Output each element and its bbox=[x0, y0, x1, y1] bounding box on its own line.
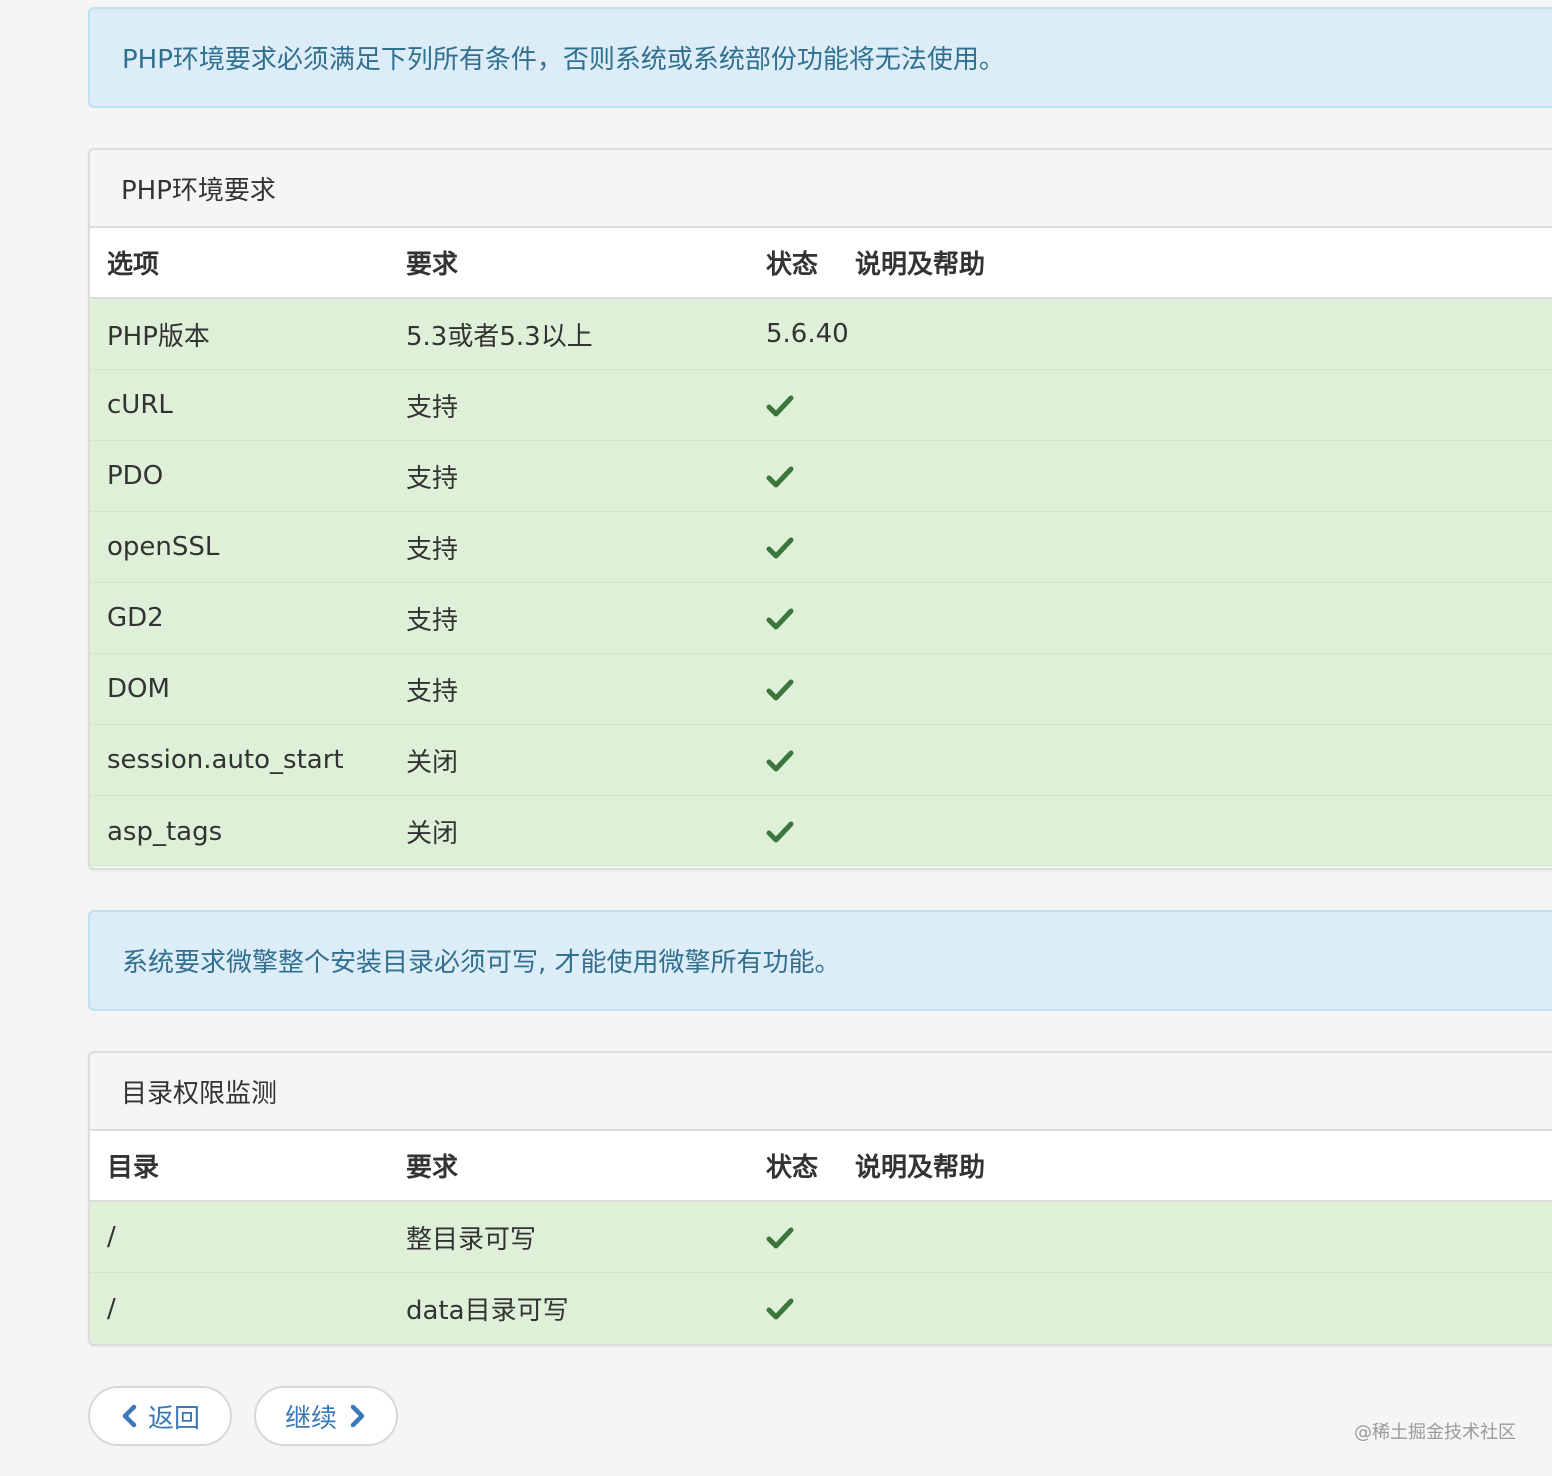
php-requirements-panel: PHP环境要求 选项 要求 状态 说明及帮助 PHP版本 5.3或者5.3以上 5.… bbox=[88, 148, 1552, 870]
chevron-left-icon bbox=[120, 1404, 138, 1428]
header-requirement: 要求 bbox=[406, 1153, 459, 1183]
header-help: 说明及帮助 bbox=[855, 250, 986, 280]
row-option: cURL bbox=[107, 390, 173, 420]
dir-writable-alert-text: 系统要求微擎整个安装目录必须可写, 才能使用微擎所有功能。 bbox=[122, 948, 841, 978]
back-button-label: 返回 bbox=[147, 1403, 200, 1434]
header-help: 说明及帮助 bbox=[855, 1153, 986, 1183]
next-button[interactable]: 继续 bbox=[254, 1386, 398, 1446]
row-status bbox=[749, 1222, 855, 1252]
back-button[interactable]: 返回 bbox=[88, 1386, 232, 1446]
header-requirement: 要求 bbox=[406, 250, 459, 280]
php-requirements-alert-text: PHP环境要求必须满足下列所有条件，否则系统或系统部份功能将无法使用。 bbox=[122, 45, 1005, 75]
dir-permission-table-header: 目录 要求 状态 说明及帮助 bbox=[90, 1131, 1552, 1202]
check-icon bbox=[766, 465, 794, 489]
php-requirements-table-body: PHP版本 5.3或者5.3以上 5.6.40 cURL 支持 PDO 支持 openSSL 支… bbox=[90, 299, 1552, 867]
row-requirement: data目录可写 bbox=[406, 1296, 569, 1326]
row-requirement: 5.3或者5.3以上 bbox=[406, 321, 593, 352]
table-row: asp_tags 关闭 bbox=[90, 796, 1552, 867]
row-requirement: 支持 bbox=[406, 392, 459, 423]
php-requirements-alert: PHP环境要求必须满足下列所有条件，否则系统或系统部份功能将无法使用。 bbox=[88, 7, 1552, 108]
row-status bbox=[749, 745, 855, 775]
dir-writable-alert: 系统要求微擎整个安装目录必须可写, 才能使用微擎所有功能。 bbox=[88, 910, 1552, 1011]
row-option: DOM bbox=[107, 674, 170, 704]
row-requirement: 支持 bbox=[406, 605, 459, 636]
chevron-right-icon bbox=[349, 1404, 367, 1428]
row-status: 5.6.40 bbox=[766, 319, 849, 349]
row-requirement: 支持 bbox=[406, 534, 459, 565]
row-requirement: 关闭 bbox=[406, 747, 459, 778]
table-row: PHP版本 5.3或者5.3以上 5.6.40 bbox=[90, 299, 1552, 370]
check-icon bbox=[766, 536, 794, 560]
row-status bbox=[749, 603, 855, 633]
row-status bbox=[749, 461, 855, 491]
php-requirements-table-header: 选项 要求 状态 说明及帮助 bbox=[90, 228, 1552, 299]
row-requirement: 支持 bbox=[406, 463, 459, 494]
row-option: asp_tags bbox=[107, 816, 223, 847]
row-requirement: 整目录可写 bbox=[406, 1224, 537, 1255]
check-icon bbox=[766, 749, 794, 773]
header-status: 状态 bbox=[766, 1153, 819, 1183]
row-status bbox=[749, 1294, 855, 1324]
header-option: 选项 bbox=[107, 250, 160, 280]
row-option: GD2 bbox=[107, 603, 164, 633]
dir-permission-table-body: / 整目录可写 / data目录可写 bbox=[90, 1202, 1552, 1344]
check-icon bbox=[766, 678, 794, 702]
row-option: / bbox=[107, 1293, 116, 1324]
table-row: cURL 支持 bbox=[90, 370, 1552, 441]
check-icon bbox=[766, 820, 794, 844]
row-status bbox=[749, 390, 855, 420]
check-icon bbox=[766, 1297, 794, 1321]
table-row: / 整目录可写 bbox=[90, 1202, 1552, 1273]
row-option: openSSL bbox=[107, 532, 220, 562]
row-status bbox=[749, 532, 855, 562]
table-row: PDO 支持 bbox=[90, 441, 1552, 512]
watermark: @稀土掘金技术社区 bbox=[1354, 1422, 1516, 1443]
table-row: openSSL 支持 bbox=[90, 512, 1552, 583]
row-requirement: 关闭 bbox=[406, 819, 459, 849]
next-button-label: 继续 bbox=[284, 1403, 337, 1434]
table-row: GD2 支持 bbox=[90, 583, 1552, 654]
row-option: PDO bbox=[107, 461, 164, 491]
check-icon bbox=[766, 1226, 794, 1250]
row-option: / bbox=[107, 1222, 116, 1252]
table-row: session.auto_start 关闭 bbox=[90, 725, 1552, 796]
check-icon bbox=[766, 607, 794, 631]
row-status bbox=[749, 817, 855, 847]
row-status bbox=[749, 674, 855, 704]
php-requirements-panel-title: PHP环境要求 bbox=[90, 150, 1552, 228]
table-row: / data目录可写 bbox=[90, 1273, 1552, 1344]
table-row: DOM 支持 bbox=[90, 654, 1552, 725]
row-option: PHP版本 bbox=[107, 321, 210, 352]
row-option: session.auto_start bbox=[107, 745, 344, 775]
row-requirement: 支持 bbox=[406, 676, 459, 707]
dir-permission-panel-title: 目录权限监测 bbox=[90, 1053, 1552, 1131]
header-directory: 目录 bbox=[107, 1153, 160, 1183]
check-icon bbox=[766, 394, 794, 418]
dir-permission-panel: 目录权限监测 目录 要求 状态 说明及帮助 / 整目录可写 / data目录可写 bbox=[88, 1051, 1552, 1346]
header-status: 状态 bbox=[766, 250, 819, 280]
